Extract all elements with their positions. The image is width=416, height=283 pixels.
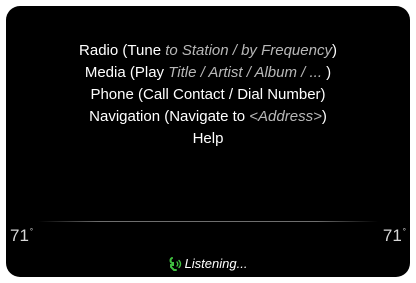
command-suffix: )	[322, 64, 332, 81]
command-keyword: Help	[192, 130, 224, 147]
command-keyword: Radio	[79, 42, 119, 59]
passenger-temp[interactable]: 71°	[383, 226, 406, 246]
command-hint: <Address>	[249, 108, 322, 125]
command-radio[interactable]: Radio (Tune to Station / by Frequency)	[6, 40, 410, 62]
command-prefix: (Call Contact / Dial Number)	[133, 86, 326, 103]
listening-status: Listening...	[6, 256, 410, 274]
driver-temp[interactable]: 71°	[10, 226, 33, 246]
command-hint: Title / Artist / Album / ...	[168, 64, 322, 81]
command-help[interactable]: Help	[6, 128, 410, 150]
command-keyword: Phone	[90, 86, 134, 103]
voice-command-list: Radio (Tune to Station / by Frequency) M…	[6, 40, 410, 150]
command-suffix: )	[331, 42, 337, 59]
command-prefix: (Play	[125, 64, 169, 81]
voice-command-screen: Radio (Tune to Station / by Frequency) M…	[6, 6, 410, 277]
command-keyword: Navigation	[89, 108, 161, 125]
divider	[38, 221, 378, 222]
temp-unit: °	[29, 227, 34, 236]
command-prefix: (Navigate to	[160, 108, 250, 125]
listening-label: Listening...	[184, 256, 248, 271]
command-phone[interactable]: Phone (Call Contact / Dial Number)	[6, 84, 410, 106]
command-media[interactable]: Media (Play Title / Artist / Album / ...…	[6, 62, 410, 84]
command-keyword: Media	[84, 64, 126, 81]
temp-unit: °	[402, 227, 406, 236]
command-hint: to Station / by Frequency	[165, 42, 332, 59]
command-suffix: )	[321, 108, 327, 125]
command-navigation[interactable]: Navigation (Navigate to <Address>)	[6, 106, 410, 128]
command-prefix: (Tune	[118, 42, 166, 59]
voice-mic-icon	[169, 257, 182, 274]
passenger-temp-value: 71	[382, 226, 402, 245]
driver-temp-value: 71	[10, 226, 29, 245]
